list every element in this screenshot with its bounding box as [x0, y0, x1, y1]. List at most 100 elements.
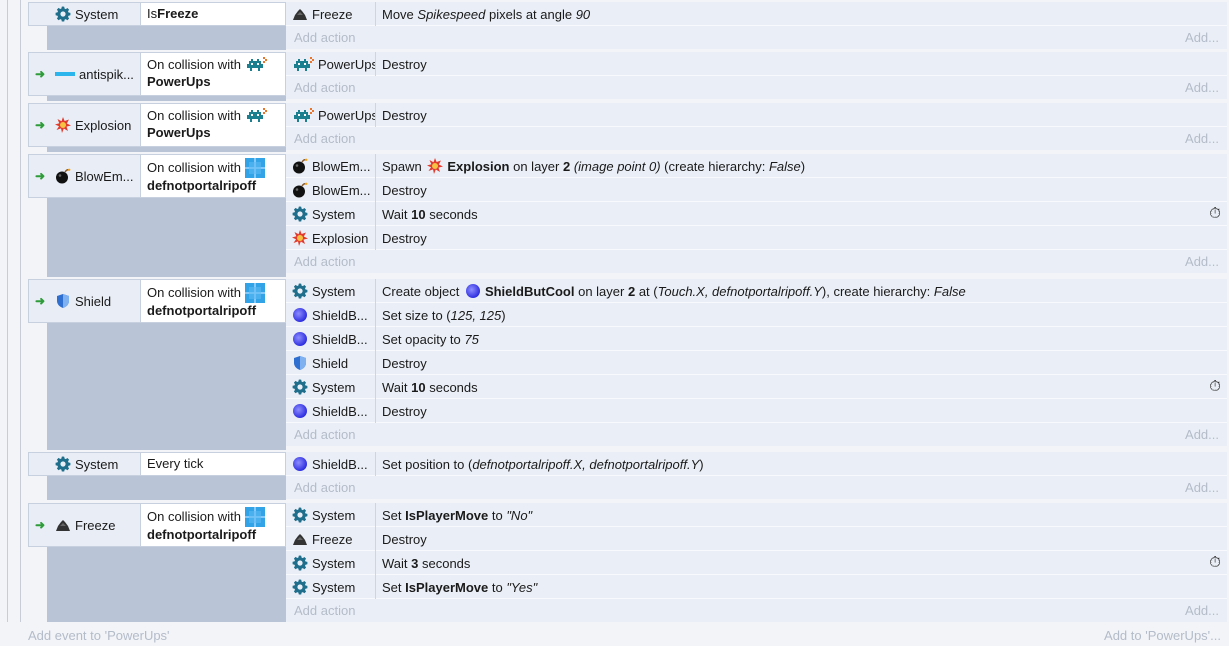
action-text[interactable]: Destroy: [382, 226, 1227, 250]
action-row[interactable]: PowerUps Destroy: [286, 52, 1227, 76]
action-row[interactable]: ShieldB... Set opacity to 75: [286, 327, 1227, 351]
action-row[interactable]: System Set IsPlayerMove to "Yes": [286, 575, 1227, 599]
add-action-row[interactable]: Add action Add...: [286, 127, 1227, 150]
add-action-link[interactable]: Add action: [294, 30, 355, 45]
action-object[interactable]: System: [286, 375, 376, 399]
action-object[interactable]: Shield: [286, 351, 376, 375]
action-text[interactable]: Set size to (125, 125): [382, 303, 1227, 327]
add-action-short-link[interactable]: Add...: [1185, 80, 1219, 95]
action-row[interactable]: System Wait 10 seconds ⏱: [286, 375, 1227, 399]
condition-row[interactable]: ➜ BlowEm... On collision with defnotportalr…: [28, 154, 286, 198]
action-object[interactable]: PowerUps: [286, 103, 376, 127]
condition-text[interactable]: On collision with defnotportalripoff: [141, 155, 285, 197]
add-action-short-link[interactable]: Add...: [1185, 480, 1219, 495]
add-action-link[interactable]: Add action: [294, 480, 355, 495]
action-object[interactable]: System: [286, 503, 376, 527]
action-text[interactable]: Destroy: [382, 527, 1227, 551]
add-to-link[interactable]: Add to 'PowerUps'...: [1104, 628, 1221, 643]
action-text[interactable]: Wait 3 seconds: [382, 551, 1227, 575]
condition-text[interactable]: On collision with defnotportalripoff: [141, 280, 285, 322]
action-row[interactable]: ShieldB... Set size to (125, 125): [286, 303, 1227, 327]
condition-text[interactable]: On collision with PowerUps: [141, 104, 285, 146]
add-action-short-link[interactable]: Add...: [1185, 131, 1219, 146]
action-text[interactable]: Destroy: [382, 399, 1227, 423]
action-row[interactable]: PowerUps Destroy: [286, 103, 1227, 127]
action-row[interactable]: System Wait 10 seconds ⏱: [286, 202, 1227, 226]
action-text[interactable]: Move Spikespeed pixels at angle 90: [382, 2, 1227, 26]
condition-text[interactable]: Is Freeze: [141, 3, 285, 25]
condition-object[interactable]: ➜ Explosion: [29, 104, 141, 146]
condition-object[interactable]: ➜ Shield: [29, 280, 141, 322]
add-action-short-link[interactable]: Add...: [1185, 254, 1219, 269]
action-object[interactable]: System: [286, 551, 376, 575]
event-block[interactable]: ➜ Shield On collision with defnotportalripo…: [28, 279, 1227, 450]
condition-object[interactable]: System: [29, 453, 141, 475]
action-text[interactable]: Spawn Explosion on layer 2 (image point …: [382, 154, 1227, 178]
add-action-row[interactable]: Add action Add...: [286, 26, 1227, 49]
event-block[interactable]: System Is Freeze Freeze Move Spikespeed pix…: [28, 2, 1227, 50]
condition-object[interactable]: ➜ Freeze: [29, 504, 141, 546]
event-block[interactable]: ➜ BlowEm... On collision with defnotportalr…: [28, 154, 1227, 277]
action-text[interactable]: Destroy: [382, 351, 1227, 375]
action-row[interactable]: BlowEm... Destroy: [286, 178, 1227, 202]
condition-object[interactable]: System: [29, 3, 141, 25]
action-row[interactable]: System Wait 3 seconds ⏱: [286, 551, 1227, 575]
action-text[interactable]: Destroy: [382, 103, 1227, 127]
action-row[interactable]: ShieldB... Destroy: [286, 399, 1227, 423]
add-action-short-link[interactable]: Add...: [1185, 427, 1219, 442]
action-row[interactable]: System Set IsPlayerMove to "No": [286, 503, 1227, 527]
condition-row[interactable]: ➜ antispik... On collision with PowerUps: [28, 52, 286, 96]
condition-object[interactable]: ➜ antispik...: [29, 53, 141, 95]
action-text[interactable]: Wait 10 seconds: [382, 375, 1227, 399]
add-event-link[interactable]: Add event to 'PowerUps': [28, 628, 170, 643]
action-text[interactable]: Set opacity to 75: [382, 327, 1227, 351]
add-action-link[interactable]: Add action: [294, 427, 355, 442]
add-action-row[interactable]: Add action Add...: [286, 423, 1227, 446]
condition-text[interactable]: On collision with defnotportalripoff: [141, 504, 285, 546]
action-text[interactable]: Set IsPlayerMove to "No": [382, 503, 1227, 527]
action-object[interactable]: ShieldB...: [286, 327, 376, 351]
add-action-link[interactable]: Add action: [294, 131, 355, 146]
add-action-row[interactable]: Add action Add...: [286, 250, 1227, 273]
action-text[interactable]: Create object ShieldButCool on layer 2 a…: [382, 279, 1227, 303]
event-block[interactable]: ➜ Explosion On collision with PowerUps Power…: [28, 103, 1227, 152]
event-block[interactable]: ➜ antispik... On collision with PowerUps Pow…: [28, 52, 1227, 101]
action-object[interactable]: BlowEm...: [286, 154, 376, 178]
action-object[interactable]: ShieldB...: [286, 399, 376, 423]
action-text[interactable]: Destroy: [382, 178, 1227, 202]
condition-row[interactable]: ➜ Explosion On collision with PowerUps: [28, 103, 286, 147]
condition-text[interactable]: Every tick: [141, 453, 285, 475]
action-row[interactable]: Freeze Destroy: [286, 527, 1227, 551]
condition-row[interactable]: System Is Freeze: [28, 2, 286, 26]
action-object[interactable]: System: [286, 202, 376, 226]
condition-text[interactable]: On collision with PowerUps: [141, 53, 285, 95]
condition-row[interactable]: System Every tick: [28, 452, 286, 476]
action-text[interactable]: Destroy: [382, 52, 1227, 76]
action-text[interactable]: Wait 10 seconds: [382, 202, 1227, 226]
action-row[interactable]: System Create object ShieldButCool on lay…: [286, 279, 1227, 303]
action-object[interactable]: System: [286, 575, 376, 599]
action-text[interactable]: Set position to (defnotportalripoff.X, d…: [382, 452, 1227, 476]
action-object[interactable]: ShieldB...: [286, 303, 376, 327]
action-object[interactable]: ShieldB...: [286, 452, 376, 476]
condition-row[interactable]: ➜ Shield On collision with defnotportalripo…: [28, 279, 286, 323]
action-object[interactable]: BlowEm...: [286, 178, 376, 202]
add-action-link[interactable]: Add action: [294, 254, 355, 269]
action-object[interactable]: System: [286, 279, 376, 303]
action-row[interactable]: Freeze Move Spikespeed pixels at angle 90: [286, 2, 1227, 26]
action-object[interactable]: Freeze: [286, 2, 376, 26]
add-action-row[interactable]: Add action Add...: [286, 476, 1227, 499]
add-action-short-link[interactable]: Add...: [1185, 603, 1219, 618]
event-block[interactable]: System Every tick ShieldB... Set position t…: [28, 452, 1227, 500]
event-block[interactable]: ➜ Freeze On collision with defnotportalripo…: [28, 503, 1227, 622]
condition-row[interactable]: ➜ Freeze On collision with defnotportalripo…: [28, 503, 286, 547]
action-object[interactable]: Freeze: [286, 527, 376, 551]
action-text[interactable]: Set IsPlayerMove to "Yes": [382, 575, 1227, 599]
add-action-row[interactable]: Add action Add...: [286, 76, 1227, 99]
action-object[interactable]: PowerUps: [286, 52, 376, 76]
action-object[interactable]: Explosion: [286, 226, 376, 250]
add-action-link[interactable]: Add action: [294, 603, 355, 618]
action-row[interactable]: Shield Destroy: [286, 351, 1227, 375]
action-row[interactable]: Explosion Destroy: [286, 226, 1227, 250]
condition-object[interactable]: ➜ BlowEm...: [29, 155, 141, 197]
